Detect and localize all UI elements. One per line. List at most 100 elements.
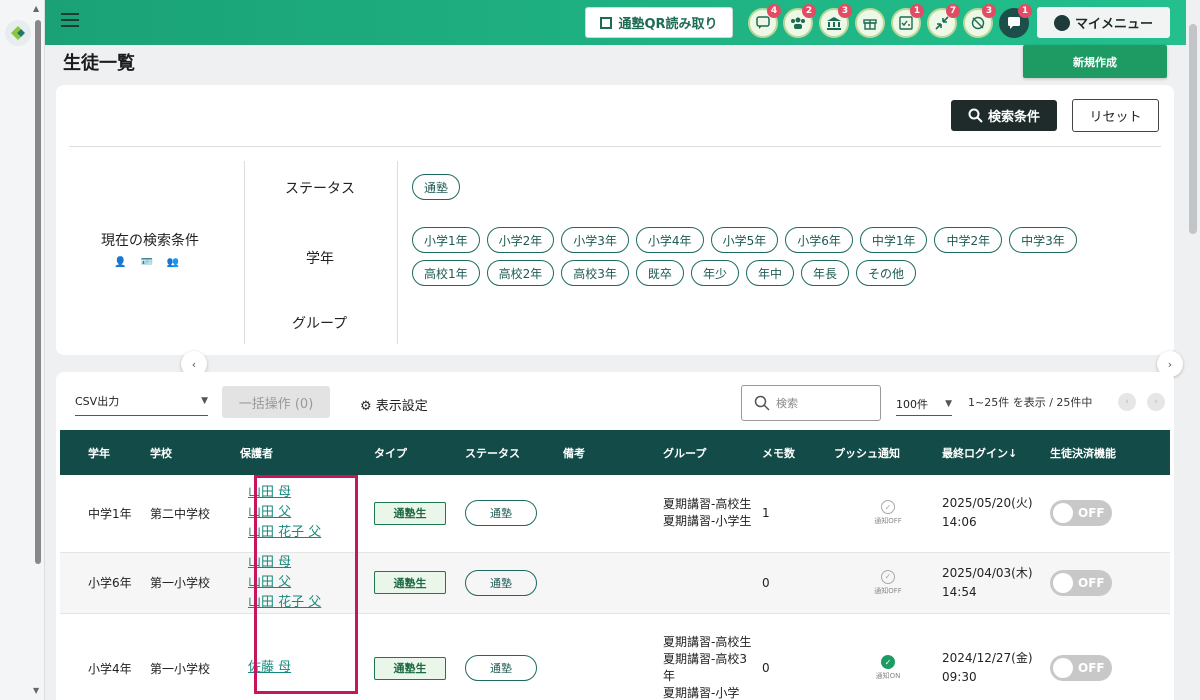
grade-chip[interactable]: 年少 (690, 260, 739, 286)
divider (69, 146, 1161, 147)
reset-button[interactable]: リセット (1072, 99, 1159, 132)
column-header[interactable]: メモ数 (762, 430, 834, 475)
checklist-icon[interactable]: 1 (891, 4, 924, 38)
person-icon: 👤 (114, 257, 127, 268)
table-row[interactable]: 小学4年 第一小学校 佐藤 母 通塾生 通塾 夏期講習-高校生 夏期講習-高校3… (60, 613, 1170, 700)
login-time: 14:54 (942, 584, 977, 599)
page-scrollbar-thumb[interactable] (1189, 24, 1197, 234)
my-menu-button[interactable]: マイメニュー (1037, 7, 1170, 38)
app-logo-icon[interactable] (5, 20, 31, 46)
bulk-action-button[interactable]: 一括操作 (0) (222, 386, 330, 418)
search-input[interactable]: 検索 (741, 385, 881, 421)
guardian-link[interactable]: 山田 父 (248, 503, 374, 523)
location-off-icon[interactable]: 3 (963, 4, 996, 38)
scroll-up-arrow-icon[interactable]: ▲ (33, 4, 39, 13)
payment-toggle[interactable]: OFF (1050, 569, 1112, 596)
grade-chip[interactable]: 高校1年 (412, 260, 480, 286)
grade-chip[interactable]: 中学3年 (1009, 227, 1077, 253)
grade-cell: 中学1年 (60, 475, 150, 553)
school-icon[interactable]: 3 (819, 4, 852, 38)
gift-icon[interactable] (855, 8, 885, 38)
guardian-link[interactable]: 山田 母 (248, 483, 374, 503)
school-cell: 第二中学校 (150, 475, 240, 553)
grade-chip[interactable]: 年長 (800, 260, 849, 286)
guardian-link[interactable]: 山田 父 (248, 573, 374, 593)
column-header[interactable]: プッシュ通知 (834, 430, 942, 475)
toggle-knob (1053, 503, 1073, 524)
table-row[interactable]: 小学6年 第一小学校 山田 母 山田 父 山田 花子 父 通塾生 通塾 0 ✓ … (60, 552, 1170, 614)
push-status-label: 通知OFF (874, 517, 902, 526)
guardian-link[interactable]: 山田 母 (248, 553, 374, 573)
per-page-select[interactable]: 100件 ▼ (896, 392, 952, 416)
page-scrollbar[interactable] (1186, 0, 1200, 700)
grade-chip[interactable]: 小学3年 (561, 227, 629, 253)
chat-icon[interactable]: 4 (748, 4, 781, 38)
column-header[interactable]: 保護者 (240, 430, 374, 475)
grade-chip[interactable]: 中学1年 (859, 227, 928, 253)
message-icon[interactable]: 1 (999, 4, 1032, 38)
create-new-button[interactable]: 新規作成 (1023, 45, 1167, 78)
display-settings-button[interactable]: ⚙ 表示設定 (360, 395, 428, 414)
toggle-label: OFF (1078, 661, 1105, 675)
hamburger-menu-icon[interactable] (61, 13, 79, 29)
account-circle-icon (1053, 14, 1070, 31)
payment-toggle[interactable]: OFF (1050, 655, 1112, 681)
chevron-down-icon: ▼ (945, 398, 952, 409)
grade-chip[interactable]: 小学4年 (635, 227, 704, 253)
type-tag: 通塾生 (374, 501, 446, 525)
grade-chip-list: 小学1年 小学2年 小学3年 小学4年 小学5年 小学6年 中学1年 中学2年 … (412, 227, 1112, 286)
merge-arrows-icon[interactable]: 7 (927, 4, 960, 38)
qr-scan-button[interactable]: 通塾QR読み取り (585, 7, 733, 38)
grade-chip[interactable]: 年中 (745, 260, 794, 286)
grade-chip[interactable]: 小学1年 (412, 227, 480, 253)
scroll-down-arrow-icon[interactable]: ▼ (33, 686, 39, 695)
column-header[interactable]: グループ (663, 430, 762, 475)
school-badge: 3 (838, 4, 852, 18)
school-cell: 第一小学校 (150, 613, 240, 700)
memo-cell: 1 (762, 475, 834, 553)
column-header[interactable]: 最終ログイン↓ (942, 430, 1050, 475)
login-time: 14:06 (942, 515, 977, 530)
column-header[interactable]: 備考 (563, 430, 663, 475)
status-chip[interactable]: 通塾 (412, 174, 461, 200)
grade-chip[interactable]: その他 (855, 260, 916, 286)
top-bar: 通塾QR読み取り 4 2 3 1 7 3 1 マイメニュー (45, 0, 1200, 45)
guardian-link[interactable]: 佐藤 母 (248, 658, 374, 678)
grade-row-label: 学年 (306, 251, 334, 267)
column-header[interactable]: 学年 (60, 430, 150, 475)
grade-chip[interactable]: 既卒 (635, 260, 684, 286)
group-text: 夏期講習-高校生 夏期講習-小学生 (663, 497, 752, 529)
payment-toggle[interactable]: OFF (1050, 500, 1112, 527)
sidebar-scrollbar[interactable] (35, 20, 41, 564)
column-header[interactable]: ステータス (465, 430, 563, 475)
status-cell: 通塾 (465, 613, 563, 700)
guardian-link[interactable]: 山田 花子 父 (248, 523, 374, 543)
group-icon[interactable]: 2 (783, 4, 816, 38)
student-table: 学年 学校 保護者 タイプ ステータス 備考 グループ メモ数 プッシュ通知 最… (60, 430, 1170, 700)
column-header[interactable]: タイプ (374, 430, 465, 475)
table-header-row: 学年 学校 保護者 タイプ ステータス 備考 グループ メモ数 プッシュ通知 最… (60, 430, 1170, 475)
column-header[interactable]: 学校 (150, 430, 240, 475)
csv-export-select[interactable]: CSV出力 ▼ (75, 386, 208, 416)
column-header[interactable]: 生徒決済機能 (1050, 430, 1170, 475)
table-row[interactable]: 中学1年 第二中学校 山田 母 山田 父 山田 花子 父 通塾生 通塾 夏期講習… (60, 475, 1170, 553)
next-page-icon[interactable]: › (1147, 393, 1165, 411)
group-cell: 夏期講習-高校生 夏期講習-小学生 (663, 475, 762, 553)
push-status-label: 通知ON (875, 672, 901, 680)
grade-chip[interactable]: 高校3年 (561, 260, 629, 286)
note-cell (563, 552, 663, 614)
guardian-link[interactable]: 山田 花子 父 (248, 593, 374, 613)
prev-page-icon[interactable]: ‹ (1118, 393, 1136, 411)
grade-chip[interactable]: 小学2年 (486, 227, 555, 253)
school-cell: 第一小学校 (150, 552, 240, 614)
divider (397, 161, 398, 344)
grade-chip[interactable]: 小学5年 (710, 227, 779, 253)
push-cell: ✓ 通知OFF (834, 552, 942, 614)
search-conditions-button[interactable]: 検索条件 (951, 100, 1057, 131)
grade-chip[interactable]: 小学6年 (785, 227, 853, 253)
grade-chip[interactable]: 中学2年 (934, 227, 1003, 253)
grade-chip[interactable]: 高校2年 (486, 260, 555, 286)
guardian-cell: 山田 母 山田 父 山田 花子 父 (240, 552, 374, 614)
type-tag: 通塾生 (374, 571, 446, 594)
qr-scan-label: 通塾QR読み取り (618, 17, 718, 32)
